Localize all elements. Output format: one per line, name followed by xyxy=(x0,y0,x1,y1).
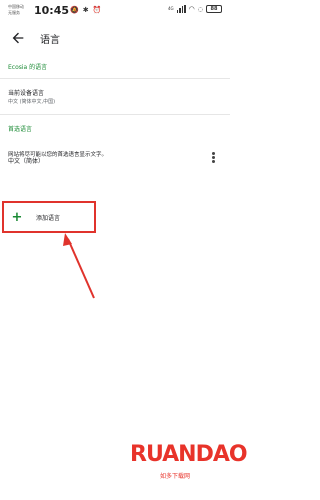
alarm-icon: ⏰ xyxy=(92,6,102,14)
watermark-logo: RUANDAO 如多下载网 xyxy=(130,442,248,500)
bluetooth-icon: ✱ xyxy=(82,6,89,14)
system-icons: 4G ◠ ◌ 88 xyxy=(168,5,222,13)
preferred-language-label: 中文（简体） xyxy=(8,158,45,165)
page-title: 语言 xyxy=(40,35,60,46)
device-language-title: 当前设备语言 xyxy=(8,90,45,97)
more-options-icon[interactable] xyxy=(210,152,216,166)
wifi-icon: ◠ xyxy=(188,5,195,13)
section-title-ecosia-language: Ecosia 的语言 xyxy=(8,64,48,71)
plus-icon: + xyxy=(11,209,23,225)
divider xyxy=(0,114,230,115)
signal-icon xyxy=(176,5,186,13)
status-time: 10:45 xyxy=(34,4,70,17)
carrier-status: 无服务 xyxy=(8,10,20,15)
app-bar: 语言 xyxy=(0,22,230,54)
watermark-logo-text: RUANDAO xyxy=(130,442,248,467)
annotation-arrow xyxy=(63,233,95,299)
battery-icon: 88 xyxy=(206,5,222,13)
add-language-label: 添加语言 xyxy=(36,214,61,222)
network-type-label: 4G xyxy=(167,6,174,11)
carrier-info: 中国移动 无服务 xyxy=(8,4,24,16)
mute-icon: 🔕 xyxy=(70,6,79,14)
divider xyxy=(0,78,230,79)
section-title-preferred-languages: 首选语言 xyxy=(8,126,33,133)
back-arrow-icon[interactable] xyxy=(10,30,26,46)
add-language-button[interactable]: + 添加语言 xyxy=(10,207,60,227)
watermark-subtitle: 如多下载网 xyxy=(160,473,191,480)
status-bar: 中国移动 无服务 10:45 🔕 ✱ ⏰ 4G ◠ ◌ 88 xyxy=(0,0,230,22)
device-language-value: 中文 (简体中文,中国) xyxy=(8,99,56,105)
silent-icon: ◌ xyxy=(197,5,203,13)
notification-icons: 🔕 ✱ ⏰ xyxy=(70,6,101,15)
